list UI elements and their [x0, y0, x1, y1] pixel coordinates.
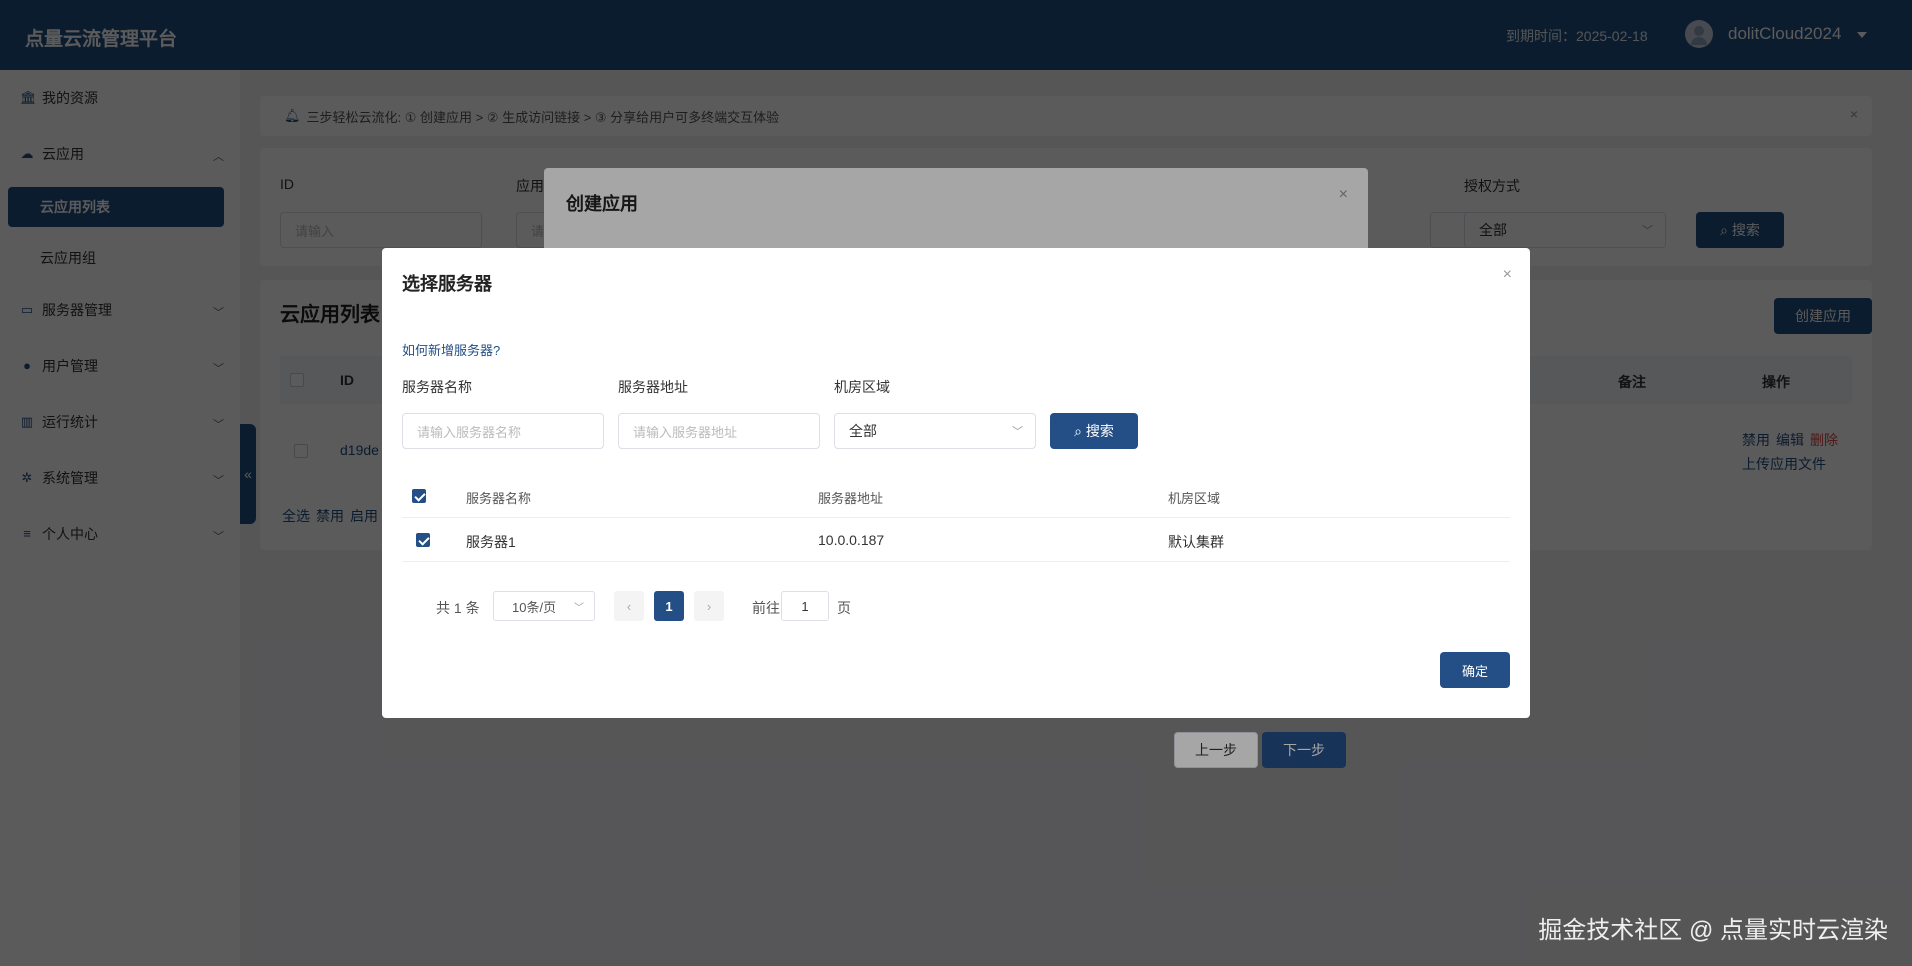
- page-size-select[interactable]: 10条/页 ﹀: [493, 591, 595, 621]
- search-icon: ⌕: [1074, 422, 1082, 439]
- chevron-left-icon: ‹: [626, 598, 632, 614]
- watermark: 掘金技术社区 @ 点量实时云渲染: [1538, 917, 1888, 944]
- pager-total: 共 1 条: [436, 600, 480, 616]
- col-region: 机房区域: [1168, 491, 1221, 506]
- chevron-right-icon: ›: [706, 598, 712, 614]
- table-header: 服务器名称 服务器地址 机房区域: [402, 474, 1510, 518]
- page-number[interactable]: 1: [654, 591, 684, 621]
- goto-label: 前往: [752, 600, 780, 616]
- cell-server-name: 服务器1: [466, 534, 516, 550]
- chevron-down-icon: ﹀: [1012, 426, 1023, 438]
- chevron-down-icon: ﹀: [574, 603, 584, 614]
- goto-page-input[interactable]: 1: [781, 591, 829, 621]
- cell-server-address: 10.0.0.187: [818, 532, 885, 548]
- search-button[interactable]: ⌕ 搜索: [1050, 413, 1138, 449]
- col-server-address: 服务器地址: [818, 491, 884, 506]
- col-server-name: 服务器名称: [466, 491, 532, 506]
- select-all-checkbox[interactable]: [412, 489, 426, 503]
- region-select[interactable]: 全部 ﹀: [834, 413, 1036, 449]
- goto-unit: 页: [837, 600, 851, 616]
- server-address-input[interactable]: 请输入服务器地址: [618, 413, 820, 449]
- confirm-button[interactable]: 确定: [1440, 652, 1510, 688]
- cell-region: 默认集群: [1168, 534, 1224, 550]
- table-row[interactable]: 服务器1 10.0.0.187 默认集群: [402, 518, 1510, 562]
- select-server-dialog: 选择服务器 × 如何新增服务器? 服务器名称 服务器地址 机房区域 请输入服务器…: [382, 248, 1530, 718]
- server-name-input[interactable]: 请输入服务器名称: [402, 413, 604, 449]
- dialog-title: 选择服务器: [402, 274, 492, 294]
- server-name-label: 服务器名称: [402, 379, 472, 395]
- next-page-button[interactable]: ›: [694, 591, 724, 621]
- close-icon[interactable]: ×: [1503, 266, 1512, 284]
- server-address-label: 服务器地址: [618, 379, 688, 395]
- row-checkbox[interactable]: [416, 533, 430, 547]
- help-link[interactable]: 如何新增服务器?: [402, 340, 500, 359]
- region-label: 机房区域: [834, 379, 890, 395]
- prev-page-button[interactable]: ‹: [614, 591, 644, 621]
